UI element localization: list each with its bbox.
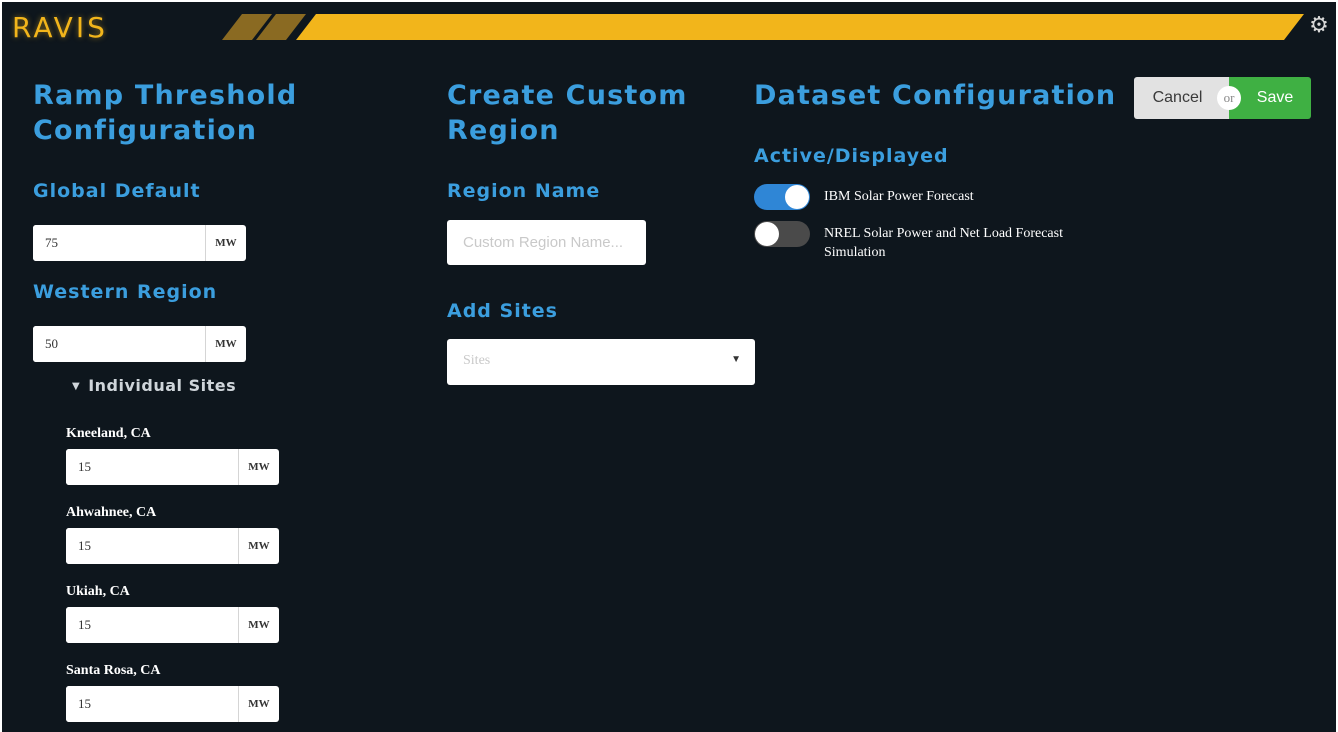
individual-sites-label: Individual Sites xyxy=(88,376,237,395)
western-region-label: Western Region xyxy=(33,281,218,303)
app-window: RAVIS ⚙ Ramp Threshold Configuration Glo… xyxy=(2,2,1336,732)
gear-icon[interactable]: ⚙ xyxy=(1308,15,1330,37)
region-name-label: Region Name xyxy=(447,180,601,202)
action-button-group: Cancel Save or xyxy=(1134,77,1311,119)
site-field-ukiah: MW xyxy=(66,607,279,643)
site-input-ahwahnee[interactable] xyxy=(66,528,238,564)
ibm-dataset-toggle[interactable] xyxy=(754,184,810,210)
site-field-santa-rosa: MW xyxy=(66,686,279,722)
site-label-ahwahnee: Ahwahnee, CA xyxy=(66,505,157,520)
site-field-kneeland: MW xyxy=(66,449,279,485)
chevron-down-icon: ▼ xyxy=(731,354,741,365)
custom-region-title-line1: Create Custom xyxy=(447,80,688,111)
site-field-ahwahnee: MW xyxy=(66,528,279,564)
toggle-knob xyxy=(785,185,809,209)
header-stripe xyxy=(222,14,1304,40)
unit-label: MW xyxy=(205,225,246,261)
unit-label: MW xyxy=(205,326,246,362)
header-bar: RAVIS ⚙ xyxy=(2,2,1336,54)
active-displayed-label: Active/Displayed xyxy=(754,145,949,167)
site-label-kneeland: Kneeland, CA xyxy=(66,426,151,441)
or-divider: or xyxy=(1217,86,1241,110)
sites-select[interactable]: Sites ▼ xyxy=(447,339,755,385)
site-label-ukiah: Ukiah, CA xyxy=(66,584,130,599)
custom-region-title-line2: Region xyxy=(447,115,560,146)
site-input-ukiah[interactable] xyxy=(66,607,238,643)
western-region-field: MW xyxy=(33,326,246,362)
global-default-field: MW xyxy=(33,225,246,261)
region-name-input[interactable] xyxy=(447,220,646,265)
individual-sites-toggle[interactable]: ▼ Individual Sites xyxy=(72,376,236,395)
sites-placeholder: Sites xyxy=(463,353,491,368)
unit-label: MW xyxy=(238,449,279,485)
save-button[interactable]: Save xyxy=(1229,77,1311,119)
ramp-title-line2: Configuration xyxy=(33,115,258,146)
cancel-button[interactable]: Cancel xyxy=(1134,77,1229,119)
nrel-dataset-toggle[interactable] xyxy=(754,221,810,247)
western-region-input[interactable] xyxy=(33,326,205,362)
ramp-title-line1: Ramp Threshold xyxy=(33,80,298,111)
nrel-dataset-label: NREL Solar Power and Net Load Forecast S… xyxy=(824,226,1063,260)
site-input-santa-rosa[interactable] xyxy=(66,686,238,722)
add-sites-label: Add Sites xyxy=(447,300,558,322)
site-input-kneeland[interactable] xyxy=(66,449,238,485)
global-default-label: Global Default xyxy=(33,180,201,202)
ravis-logo: RAVIS xyxy=(12,11,108,44)
toggle-knob xyxy=(755,222,779,246)
ibm-dataset-label: IBM Solar Power Forecast xyxy=(824,189,974,204)
unit-label: MW xyxy=(238,528,279,564)
caret-down-icon: ▼ xyxy=(72,381,81,392)
site-label-santa-rosa: Santa Rosa, CA xyxy=(66,663,161,678)
dataset-title: Dataset Configuration xyxy=(754,80,1117,111)
unit-label: MW xyxy=(238,607,279,643)
global-default-input[interactable] xyxy=(33,225,205,261)
unit-label: MW xyxy=(238,686,279,722)
